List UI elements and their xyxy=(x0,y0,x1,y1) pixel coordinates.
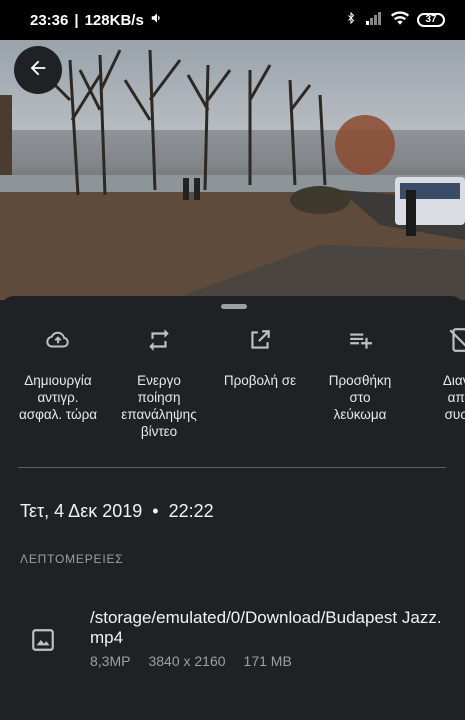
megapixels: 8,3MP xyxy=(90,653,131,669)
file-size: 171 MB xyxy=(243,653,292,669)
signal-icon xyxy=(365,11,383,29)
bluetooth-icon xyxy=(345,10,357,30)
date-time: Τετ, 4 Δεκ 2019 • 22:22 xyxy=(20,501,214,522)
cloud-upload-icon xyxy=(45,327,71,358)
add-to-album-label: Προσθήκη στο λεύκωμα xyxy=(328,373,392,422)
open-with-label: Προβολή σε xyxy=(223,373,297,388)
date-time-separator: • xyxy=(152,501,159,521)
back-button[interactable] xyxy=(14,46,62,94)
backup-now-label: Δημιουργία αντιγρ. ασφαλ. τώρα xyxy=(18,373,98,422)
status-time: 23:36 xyxy=(30,11,69,29)
add-to-album-action[interactable]: Προσθήκη στο λεύκωμα xyxy=(310,326,410,423)
arrow-back-icon xyxy=(27,57,49,84)
time-text: 22:22 xyxy=(168,501,214,521)
thumbnail-scene xyxy=(0,49,465,300)
battery-icon: 37 xyxy=(417,13,445,27)
open-with-action[interactable]: Προβολή σε xyxy=(210,326,310,389)
resolution: 3840 x 2160 xyxy=(148,653,226,669)
open-in-new-icon xyxy=(247,327,273,358)
status-separator: | xyxy=(74,11,79,29)
status-net-speed: 128KB/s xyxy=(84,11,144,29)
file-path: /storage/emulated/0/Download/Budapest Ja… xyxy=(90,608,442,647)
details-heading: ΛΕΠΤΟΜΕΡΕΙΕΣ xyxy=(20,552,124,566)
video-thumbnail[interactable] xyxy=(0,40,465,300)
delete-from-device-action[interactable]: Διαγρ από συσκ xyxy=(410,326,465,423)
drag-handle[interactable] xyxy=(221,304,247,309)
loop-video-label: Ενεργο ποίηση επανάληψης βίντεο xyxy=(121,373,197,439)
date-text: Τετ, 4 Δεκ 2019 xyxy=(20,501,143,521)
details-sheet: Δημιουργία αντιγρ. ασφαλ. τώρα Ενεργο πο… xyxy=(0,296,465,720)
image-icon xyxy=(30,627,56,658)
status-bar: 23:36 | 128KB/s 37 xyxy=(0,0,465,40)
delete-from-device-label: Διαγρ από συσκ xyxy=(442,373,465,422)
divider xyxy=(18,467,446,468)
loop-video-action[interactable]: Ενεργο ποίηση επανάληψης βίντεο xyxy=(109,326,209,440)
repeat-icon xyxy=(146,327,172,358)
action-row: Δημιουργία αντιγρ. ασφαλ. τώρα Ενεργο πο… xyxy=(0,326,465,476)
backup-now-action[interactable]: Δημιουργία αντιγρ. ασφαλ. τώρα xyxy=(8,326,108,423)
volume-icon xyxy=(150,11,164,29)
wifi-icon xyxy=(391,11,409,29)
file-meta: 8,3MP 3840 x 2160 171 MB xyxy=(90,653,292,669)
delete-from-device-icon xyxy=(447,327,465,358)
playlist-add-icon xyxy=(347,327,373,358)
